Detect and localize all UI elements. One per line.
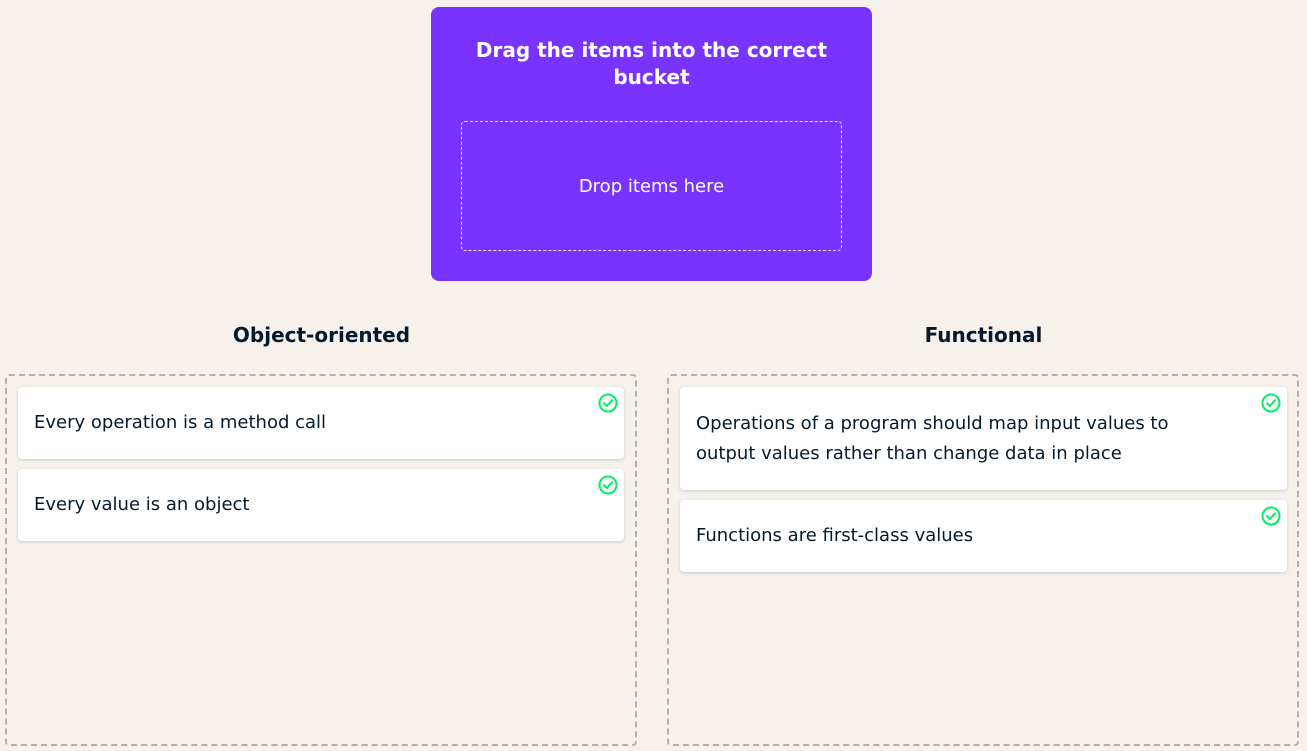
item-text: Functions are first-class values	[696, 525, 974, 546]
check-circle-icon	[1261, 393, 1281, 413]
bucket-item[interactable]: Operations of a program should map input…	[680, 387, 1287, 490]
item-text: Every operation is a method call	[34, 412, 327, 433]
check-circle-icon	[598, 475, 618, 495]
prompt-card: Drag the items into the correct bucket D…	[431, 7, 872, 281]
prompt-title: Drag the items into the correct bucket	[475, 38, 828, 89]
item-text: Every value is an object	[34, 494, 250, 515]
check-circle-icon	[1261, 506, 1281, 526]
bucket-functional[interactable]: Operations of a program should map input…	[667, 374, 1299, 746]
drop-zone[interactable]: Drop items here	[461, 121, 842, 251]
item-text: Operations of a program should map input…	[696, 412, 1169, 464]
bucket-title-object-oriented: Object-oriented	[232, 323, 411, 347]
bucket-item[interactable]: Functions are first-class values	[680, 500, 1287, 572]
check-circle-icon	[598, 393, 618, 413]
bucket-item[interactable]: Every value is an object	[18, 469, 624, 541]
bucket-title-functional: Functional	[924, 323, 1043, 347]
drop-zone-label: Drop items here	[578, 175, 725, 197]
bucket-item[interactable]: Every operation is a method call	[18, 387, 624, 459]
bucket-object-oriented[interactable]: Every operation is a method call Every v…	[5, 374, 637, 746]
